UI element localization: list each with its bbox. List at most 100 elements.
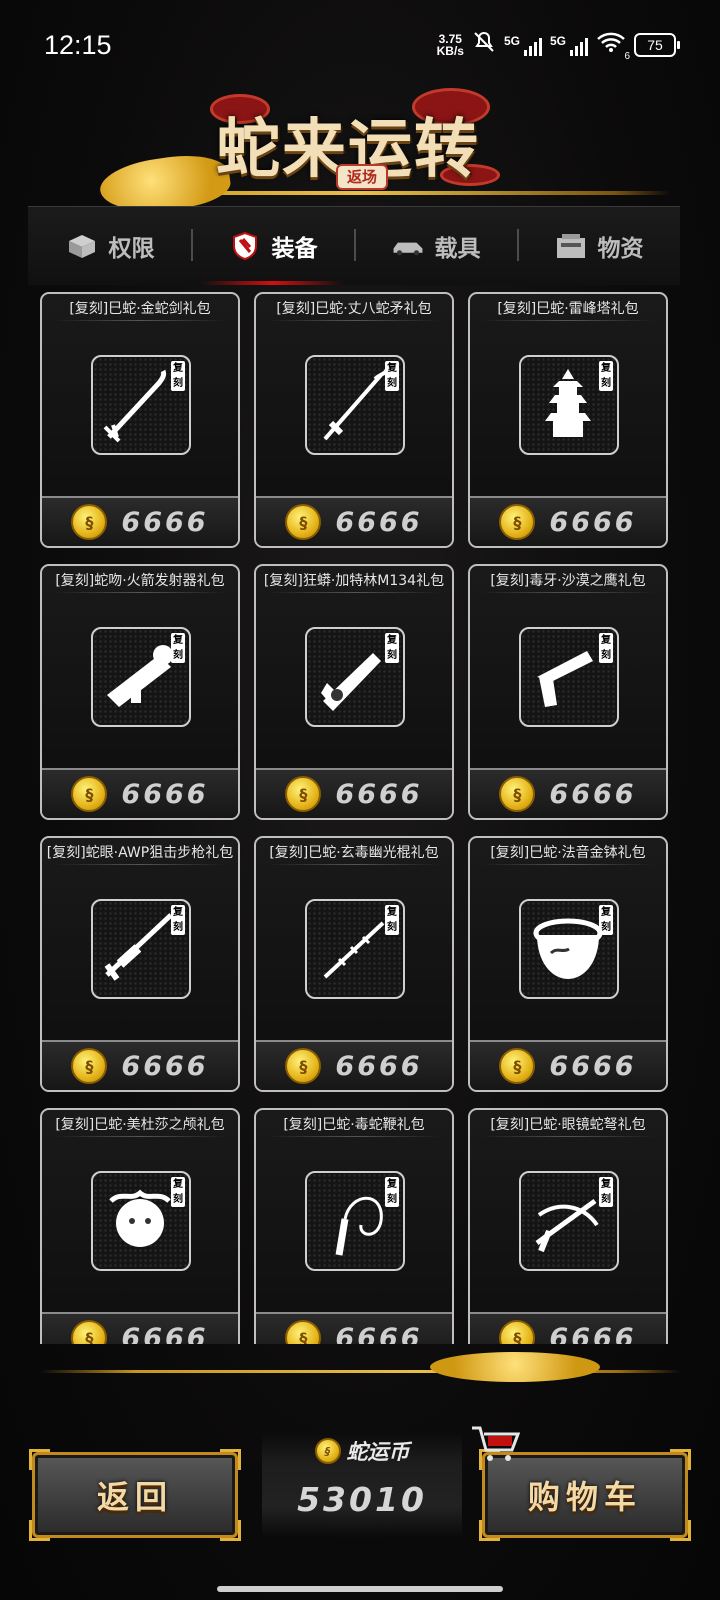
item-name: [复刻]巳蛇·眼镜蛇弩礼包 bbox=[490, 1117, 646, 1133]
back-button[interactable]: 返回 bbox=[29, 1449, 241, 1541]
price-bar: § 6666 bbox=[42, 768, 238, 818]
item-name: [复刻]巳蛇·金蛇剑礼包 bbox=[69, 301, 211, 317]
price-bar: § 6666 bbox=[470, 1040, 666, 1090]
item-price: 6666 bbox=[121, 1322, 209, 1345]
sniper-rifle-icon bbox=[104, 913, 173, 981]
item-card[interactable]: [复刻]毒牙·沙漠之鹰礼包 复刻 § 6666 bbox=[468, 564, 668, 820]
rerun-badge: 返场 bbox=[336, 164, 388, 190]
item-name: [复刻]蛇吻·火箭发射器礼包 bbox=[55, 573, 225, 589]
snake-coin-icon: § bbox=[314, 1438, 341, 1464]
snake-coin-icon: § bbox=[499, 504, 536, 540]
price-bar: § 6666 bbox=[256, 1040, 452, 1090]
event-banner: 蛇来运转 返场 bbox=[0, 88, 720, 219]
snake-coin-icon: § bbox=[285, 1320, 322, 1344]
item-card[interactable]: [复刻]巳蛇·金蛇剑礼包 复刻 § 6666 bbox=[40, 292, 240, 548]
signal-icon: 5G bbox=[550, 34, 588, 56]
item-card[interactable]: [复刻]巳蛇·法音金钵礼包 复刻 § 6666 bbox=[468, 836, 668, 1092]
item-name: [复刻]巳蛇·美杜莎之颅礼包 bbox=[55, 1117, 225, 1133]
staff-icon bbox=[323, 921, 385, 979]
item-image: 复刻 bbox=[519, 355, 619, 455]
item-price: 6666 bbox=[549, 778, 637, 810]
price-bar: § 6666 bbox=[470, 1312, 666, 1344]
item-grid: [复刻]巳蛇·金蛇剑礼包 复刻 § 6666 [复刻]巳蛇·丈八蛇矛礼包 复刻 … bbox=[32, 292, 682, 1344]
snake-coin-icon: § bbox=[499, 1320, 536, 1344]
price-bar: § 6666 bbox=[256, 1312, 452, 1344]
price-bar: § 6666 bbox=[42, 496, 238, 546]
signal-icon: 5G bbox=[504, 34, 542, 56]
snake-coin-icon: § bbox=[71, 1048, 108, 1084]
whip-icon bbox=[335, 1196, 383, 1256]
sword-icon bbox=[103, 369, 167, 443]
status-bar: 12:15 3.75 KB/s 5G 5G 6 75 bbox=[0, 0, 720, 90]
item-card[interactable]: [复刻]巳蛇·丈八蛇矛礼包 复刻 § 6666 bbox=[254, 292, 454, 548]
pagoda-icon bbox=[545, 369, 591, 437]
price-bar: § 6666 bbox=[470, 768, 666, 818]
battery-icon: 75 bbox=[634, 32, 680, 57]
item-image: 复刻 bbox=[519, 1171, 619, 1271]
item-name: [复刻]巳蛇·雷峰塔礼包 bbox=[497, 301, 639, 317]
item-card[interactable]: [复刻]巳蛇·眼镜蛇弩礼包 复刻 § 6666 bbox=[468, 1108, 668, 1344]
tab-permissions[interactable]: 权限 bbox=[28, 207, 191, 285]
item-name: [复刻]蛇眼·AWP狙击步枪礼包 bbox=[46, 845, 234, 861]
item-image: 复刻 bbox=[91, 627, 191, 727]
item-card[interactable]: [复刻]巳蛇·玄毒幽光棍礼包 复刻 § 6666 bbox=[254, 836, 454, 1092]
currency-display: § 蛇运币 53010 bbox=[262, 1432, 462, 1538]
item-image: 复刻 bbox=[305, 627, 405, 727]
category-tabs: 权限 装备 载具 物资 bbox=[28, 206, 680, 285]
item-price: 6666 bbox=[549, 1050, 637, 1082]
pistol-icon bbox=[537, 651, 593, 707]
mute-icon bbox=[472, 30, 496, 59]
item-image: 复刻 bbox=[91, 899, 191, 999]
status-icons: 3.75 KB/s 5G 5G 6 75 bbox=[437, 30, 680, 62]
tab-equipment[interactable]: 装备 bbox=[191, 207, 354, 285]
item-image: 复刻 bbox=[305, 355, 405, 455]
snake-coin-icon: § bbox=[285, 776, 322, 812]
item-card[interactable]: [复刻]蛇眼·AWP狙击步枪礼包 复刻 § 6666 bbox=[40, 836, 240, 1092]
currency-balance: 53010 bbox=[297, 1480, 427, 1519]
snake-coin-icon: § bbox=[71, 1320, 108, 1344]
price-bar: § 6666 bbox=[256, 496, 452, 546]
item-price: 6666 bbox=[549, 1322, 637, 1345]
item-image: 复刻 bbox=[305, 899, 405, 999]
snake-coin-icon: § bbox=[285, 504, 322, 540]
price-bar: § 6666 bbox=[42, 1040, 238, 1090]
item-image: 复刻 bbox=[305, 1171, 405, 1271]
snake-coin-icon: § bbox=[71, 504, 108, 540]
shopping-cart-icon bbox=[470, 1424, 521, 1471]
item-price: 6666 bbox=[335, 1050, 423, 1082]
item-card[interactable]: [复刻]蛇吻·火箭发射器礼包 复刻 § 6666 bbox=[40, 564, 240, 820]
wifi-icon: 6 bbox=[596, 31, 630, 62]
medusa-head-icon bbox=[109, 1189, 171, 1247]
tab-vehicles[interactable]: 载具 bbox=[354, 207, 517, 285]
item-price: 6666 bbox=[335, 1322, 423, 1345]
item-grid-scroll[interactable]: [复刻]巳蛇·金蛇剑礼包 复刻 § 6666 [复刻]巳蛇·丈八蛇矛礼包 复刻 … bbox=[32, 292, 682, 1344]
item-card[interactable]: [复刻]狂蟒·加特林M134礼包 复刻 § 6666 bbox=[254, 564, 454, 820]
item-image: 复刻 bbox=[91, 1171, 191, 1271]
snake-coin-icon: § bbox=[499, 1048, 536, 1084]
home-indicator[interactable] bbox=[217, 1586, 503, 1592]
item-name: [复刻]巳蛇·玄毒幽光棍礼包 bbox=[269, 845, 439, 861]
item-price: 6666 bbox=[121, 506, 209, 538]
item-name: [复刻]巳蛇·丈八蛇矛礼包 bbox=[276, 301, 432, 317]
crossbow-icon bbox=[535, 1198, 599, 1253]
price-bar: § 6666 bbox=[256, 768, 452, 818]
item-price: 6666 bbox=[335, 778, 423, 810]
bowl-icon bbox=[533, 918, 603, 979]
box-icon bbox=[65, 234, 99, 258]
gold-snake-decoration bbox=[430, 1352, 600, 1382]
item-card[interactable]: [复刻]巳蛇·雷峰塔礼包 复刻 § 6666 bbox=[468, 292, 668, 548]
rocket-launcher-icon bbox=[107, 645, 173, 707]
snake-coin-icon: § bbox=[499, 776, 536, 812]
clock: 12:15 bbox=[44, 30, 112, 60]
item-price: 6666 bbox=[549, 506, 637, 538]
spear-icon bbox=[323, 368, 389, 441]
item-name: [复刻]巳蛇·法音金钵礼包 bbox=[490, 845, 646, 861]
item-name: [复刻]巳蛇·毒蛇鞭礼包 bbox=[283, 1117, 425, 1133]
item-card[interactable]: [复刻]巳蛇·毒蛇鞭礼包 复刻 § 6666 bbox=[254, 1108, 454, 1344]
car-icon bbox=[391, 234, 425, 258]
item-image: 复刻 bbox=[519, 899, 619, 999]
item-price: 6666 bbox=[121, 778, 209, 810]
item-price: 6666 bbox=[335, 506, 423, 538]
item-card[interactable]: [复刻]巳蛇·美杜莎之颅礼包 复刻 § 6666 bbox=[40, 1108, 240, 1344]
tab-supplies[interactable]: 物资 bbox=[517, 207, 680, 285]
